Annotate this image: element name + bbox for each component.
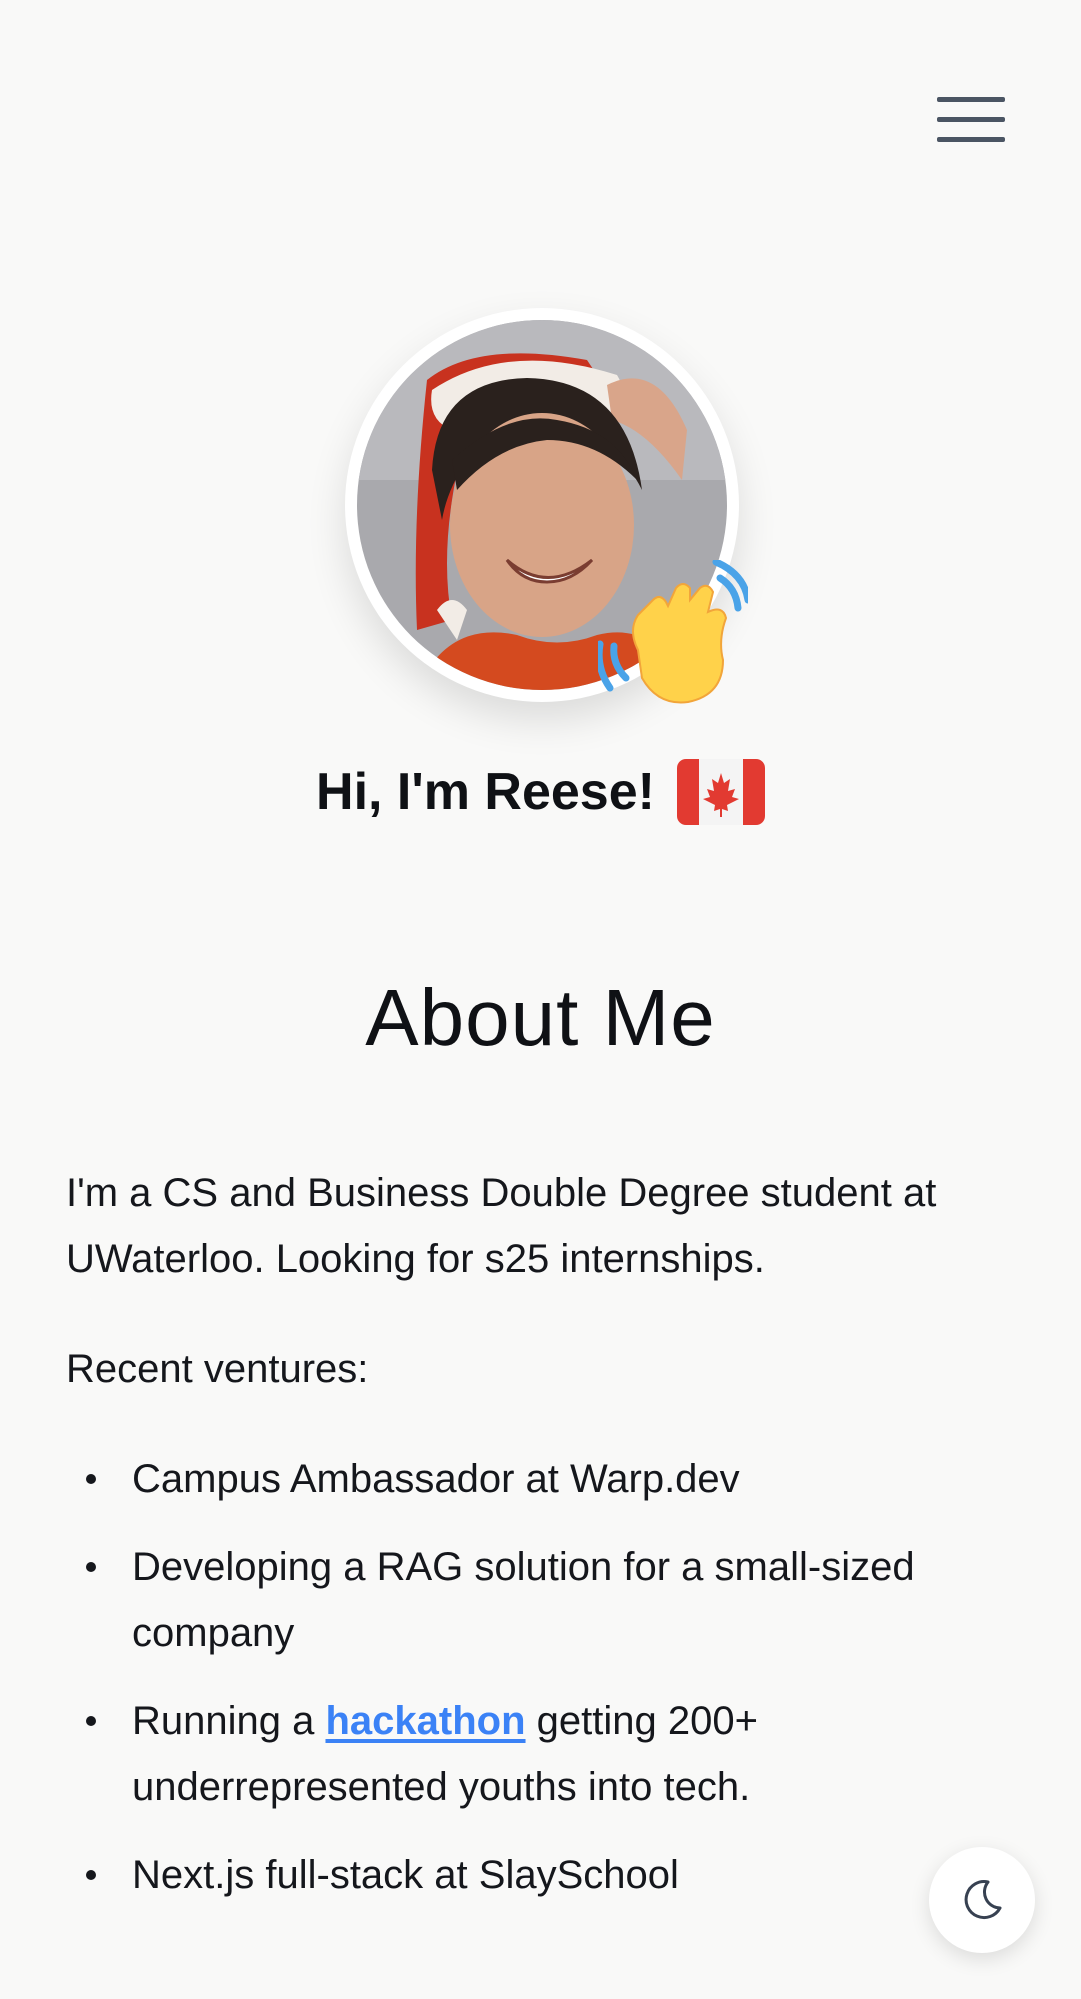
ventures-label: Recent ventures: (66, 1347, 369, 1391)
hamburger-menu-button[interactable] (925, 84, 1017, 154)
venture-text: Next.js full-stack at SlaySchool (132, 1853, 679, 1897)
greeting-text: Hi, I'm Reese! (316, 763, 655, 821)
greeting: Hi, I'm Reese! (0, 757, 1081, 827)
intro-text: I'm a CS and Business Double Degree stud… (66, 1171, 937, 1281)
list-item: Next.js full-stack at SlaySchool (66, 1842, 966, 1908)
about-heading: About Me (365, 973, 716, 1062)
list-item: Campus Ambassador at Warp.dev (66, 1446, 966, 1512)
ventures-list: Campus Ambassador at Warp.dev Developing… (66, 1446, 966, 1908)
hackathon-link[interactable]: hackathon (325, 1699, 525, 1743)
venture-text: Developing a RAG solution for a small-si… (132, 1545, 915, 1655)
list-item: Developing a RAG solution for a small-si… (66, 1534, 966, 1666)
waving-hand-icon (598, 560, 748, 710)
canada-flag-icon (676, 759, 765, 825)
menu-bar (937, 96, 1005, 102)
venture-prefix: Running a (132, 1699, 326, 1743)
theme-toggle-button[interactable] (929, 1847, 1035, 1953)
venture-text: Campus Ambassador at Warp.dev (132, 1457, 740, 1501)
menu-bar (937, 116, 1005, 122)
menu-bar (937, 136, 1005, 142)
moon-icon (964, 1880, 1002, 1920)
list-item: Running a hackathon getting 200+ underre… (66, 1688, 966, 1820)
about-content: I'm a CS and Business Double Degree stud… (66, 1160, 966, 1930)
